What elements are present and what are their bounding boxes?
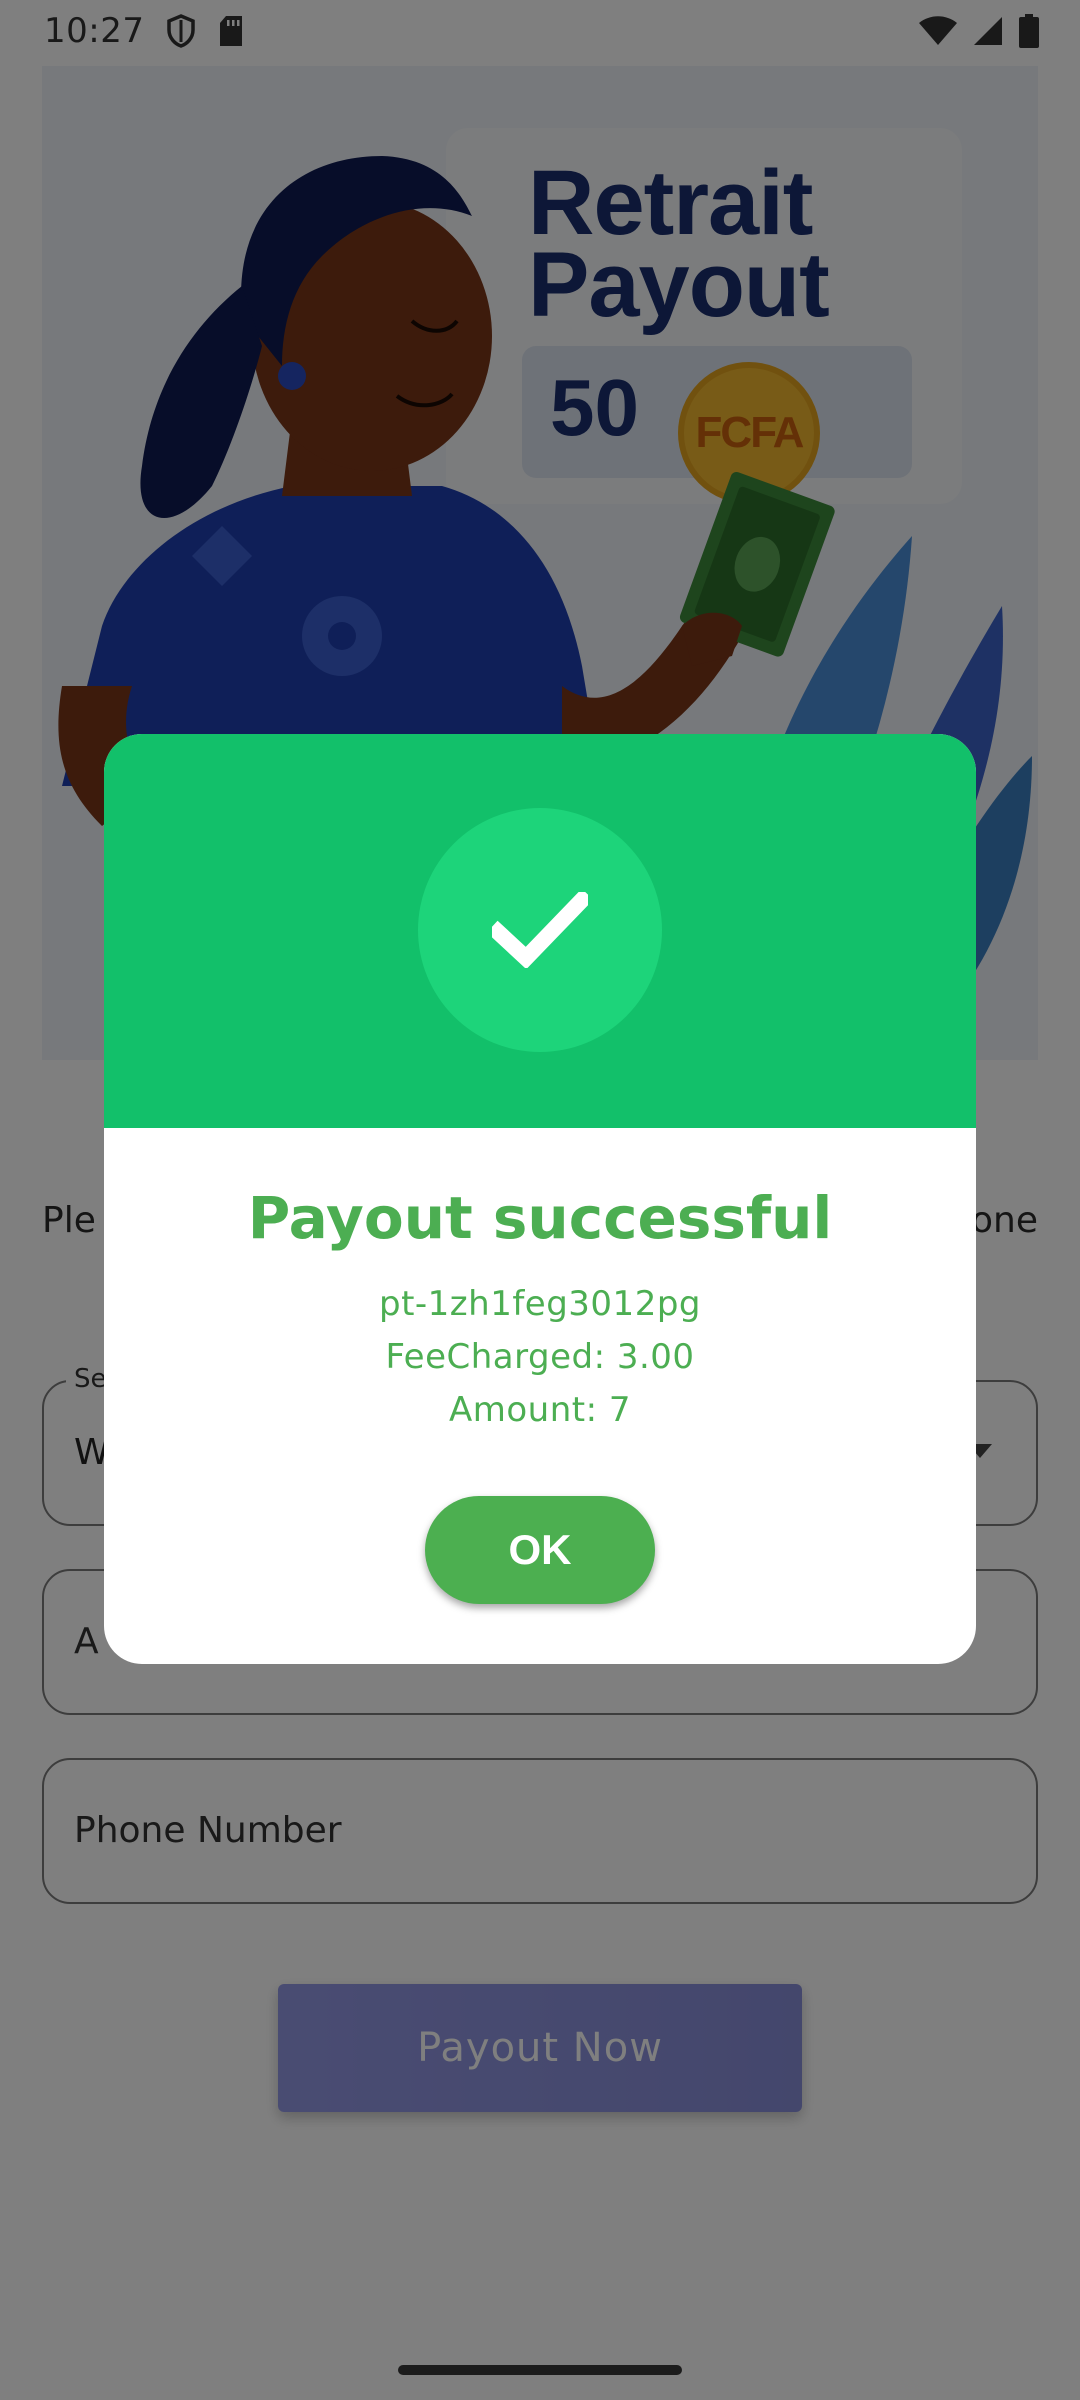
fee-charged: FeeCharged: 3.00 bbox=[385, 1337, 695, 1377]
check-circle bbox=[418, 808, 662, 1052]
payout-amount: Amount: 7 bbox=[448, 1390, 631, 1430]
dialog-header bbox=[104, 734, 976, 1128]
dialog-title: Payout successful bbox=[247, 1184, 833, 1252]
success-dialog: Payout successful pt-1zh1feg3012pg FeeCh… bbox=[104, 734, 976, 1664]
payout-id: pt-1zh1feg3012pg bbox=[378, 1284, 701, 1324]
checkmark-icon bbox=[492, 892, 588, 968]
home-indicator[interactable] bbox=[398, 2365, 682, 2375]
ok-button[interactable]: OK bbox=[425, 1496, 655, 1604]
